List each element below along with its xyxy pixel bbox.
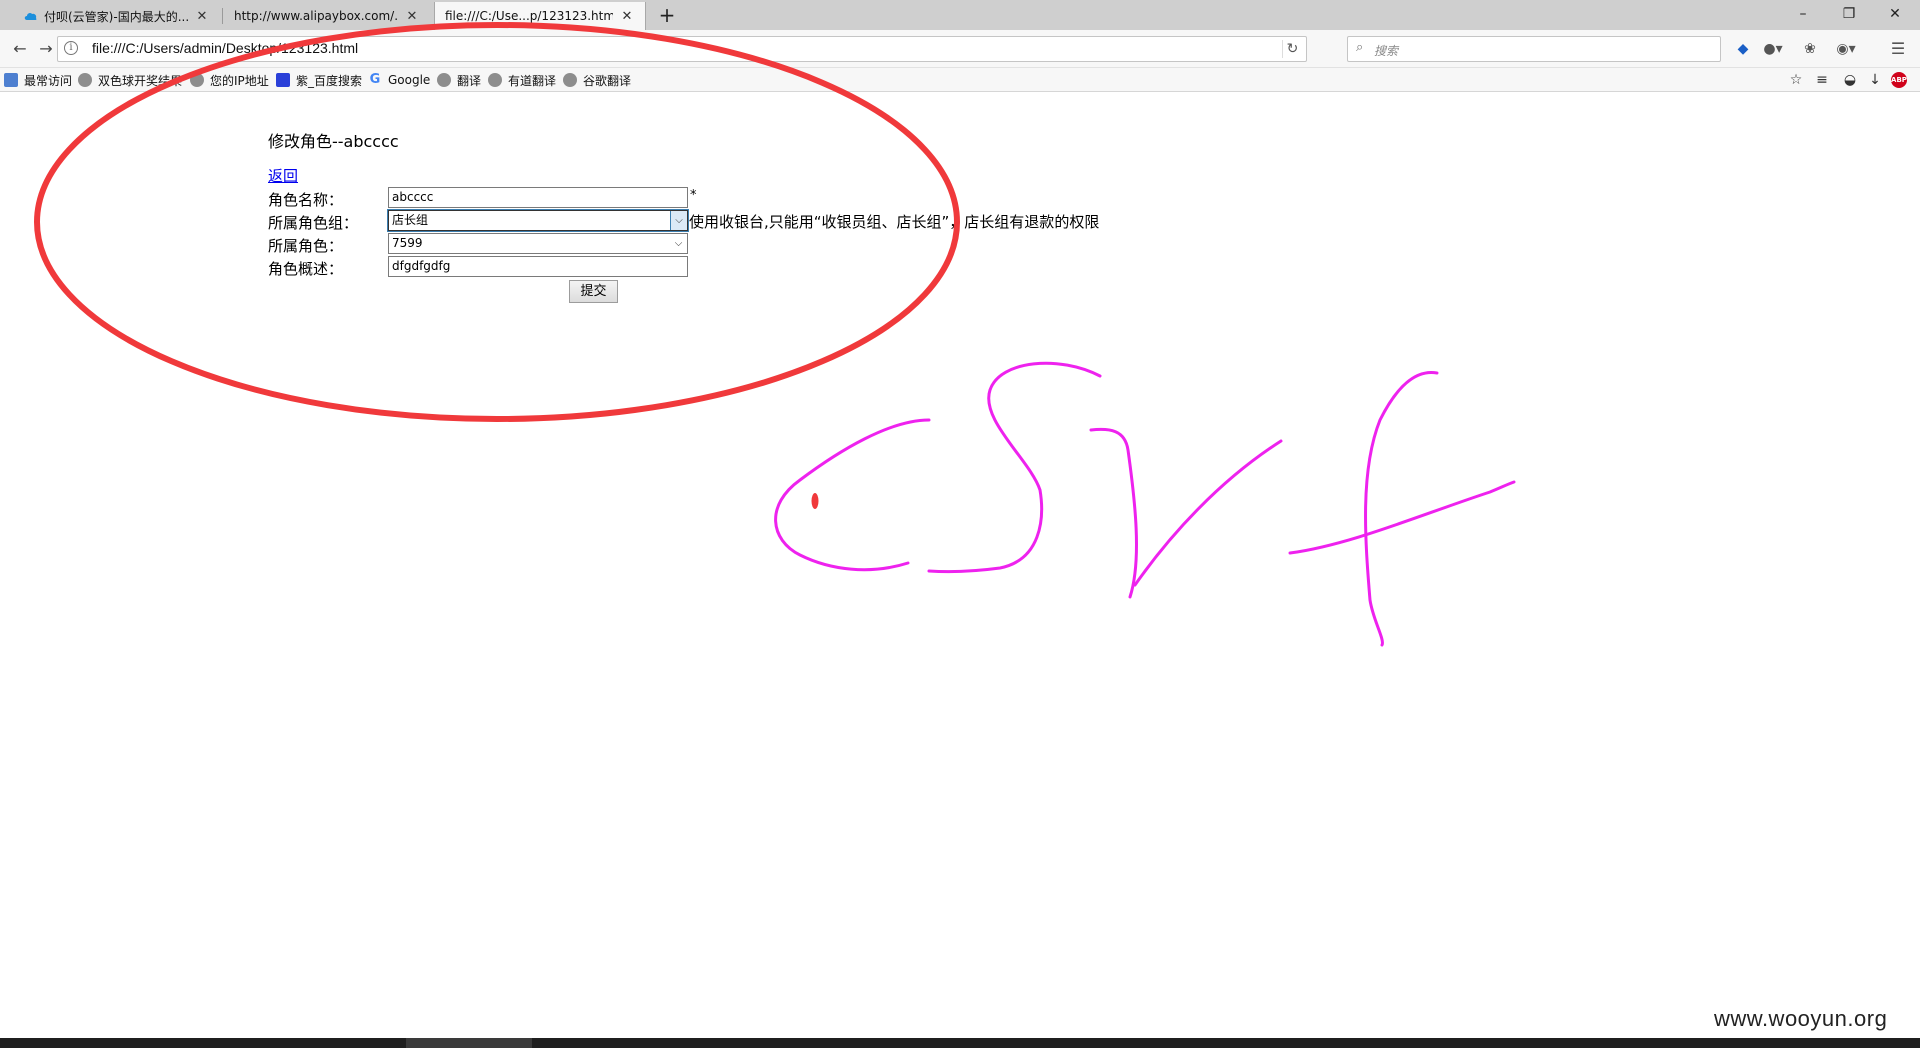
tab-strip: 付呗(云管家)-国内最大的... ✕ http://www.alipaybox.… — [0, 0, 1920, 30]
role-desc-input[interactable]: dfgdfgdfg — [388, 256, 688, 277]
role-desc-label: 角色概述： — [268, 260, 344, 278]
bookmark-folder-icon — [4, 73, 18, 87]
info-icon[interactable]: i — [64, 41, 78, 55]
url-text[interactable]: file:///C:/Users/admin/Desktop/123123.ht… — [92, 40, 358, 56]
reader-list-icon[interactable]: ≡ — [1813, 71, 1831, 89]
back-arrow-icon[interactable]: ← — [8, 39, 32, 59]
parent-role-select[interactable]: 7599 ⌵ — [388, 233, 688, 254]
baidu-icon — [276, 73, 290, 87]
role-group-label: 所属角色组： — [268, 214, 359, 232]
tab-fubei[interactable]: 付呗(云管家)-国内最大的... ✕ — [14, 2, 220, 30]
bookmarks-toolbar: 最常访问 双色球开奖结果 您的IP地址 紫_百度搜索 G Google 翻译 有… — [0, 68, 1920, 92]
tab-title: file:///C:/Use...p/123123.html — [445, 9, 613, 23]
globe-icon — [190, 73, 204, 87]
bookmark-item[interactable]: G Google — [368, 71, 431, 89]
download-icon[interactable]: ↓ — [1866, 71, 1884, 89]
back-link[interactable]: 返回 — [268, 165, 298, 186]
parent-role-label: 所属角色： — [268, 237, 344, 255]
required-mark: * — [690, 188, 697, 203]
role-group-hint: 使用收银台,只能用“收银员组、店长组”，店长组有退款的权限 — [689, 213, 1100, 231]
tab-separator — [222, 8, 223, 24]
forward-arrow-icon[interactable]: → — [34, 39, 58, 59]
tab-title: http://www.alipaybox.com/... — [234, 9, 398, 23]
user-menu-icon[interactable]: ◉▾ — [1836, 39, 1856, 59]
bookmark-label: 双色球开奖结果 — [98, 73, 183, 88]
page-title: 修改角色--abcccc — [268, 132, 399, 151]
cloud-icon — [24, 12, 37, 20]
bookmark-label: 有道翻译 — [508, 73, 557, 88]
bookmark-item[interactable]: 您的IP地址 — [190, 71, 269, 89]
watermark: www.wooyun.org — [1714, 1006, 1888, 1031]
window-close-icon[interactable]: ✕ — [1872, 0, 1918, 30]
globe-menu-icon[interactable]: ●▾ — [1763, 39, 1783, 59]
bookmark-label: 最常访问 — [24, 73, 73, 88]
bookmark-item[interactable]: 双色球开奖结果 — [78, 71, 182, 89]
search-placeholder: 搜索 — [1374, 44, 1399, 58]
tab-local-file[interactable]: file:///C:/Use...p/123123.html ✕ — [434, 2, 646, 30]
submit-button[interactable]: 提交 — [569, 280, 618, 303]
globe-icon — [437, 73, 451, 87]
restore-icon[interactable]: ❐ — [1826, 0, 1872, 30]
bookmark-item[interactable]: 有道翻译 — [488, 71, 556, 89]
google-icon: G — [369, 72, 381, 87]
extension-icon[interactable]: ◆ — [1733, 39, 1753, 59]
bookmark-label: 谷歌翻译 — [583, 73, 632, 88]
adblock-plus-icon[interactable]: ABP — [1891, 72, 1907, 88]
parent-role-selected: 7599 — [392, 236, 423, 250]
globe-icon — [488, 73, 502, 87]
close-icon[interactable]: ✕ — [404, 9, 420, 24]
mask-icon[interactable]: ◒ — [1841, 71, 1859, 89]
tab-title: 付呗(云管家)-国内最大的... — [44, 9, 188, 24]
taskbar-item[interactable] — [406, 1038, 532, 1048]
role-group-selected: 店长组 — [392, 213, 429, 227]
star-icon[interactable]: ☆ — [1787, 71, 1805, 89]
chevron-down-icon[interactable]: ⌵ — [670, 234, 687, 253]
page-content: 修改角色--abcccc 返回 角色名称： abcccc * 所属角色组： 店长… — [0, 93, 1920, 1038]
navigation-toolbar: ← → i file:///C:/Users/admin/Desktop/123… — [0, 30, 1920, 68]
close-icon[interactable]: ✕ — [619, 9, 635, 24]
bookmark-item[interactable]: 翻译 — [437, 71, 481, 89]
search-bar[interactable]: ⌕ 搜索 — [1347, 36, 1721, 62]
bookmark-label: 紫_百度搜索 — [296, 73, 363, 88]
globe-icon — [563, 73, 577, 87]
reload-icon[interactable]: ↻ — [1282, 40, 1300, 58]
bookmark-label: 翻译 — [457, 73, 482, 88]
windows-taskbar — [0, 1038, 1920, 1048]
globe-icon — [78, 73, 92, 87]
role-name-label: 角色名称： — [268, 191, 344, 209]
url-bar[interactable]: i file:///C:/Users/admin/Desktop/123123.… — [57, 36, 1307, 62]
bookmark-label: Google — [388, 73, 431, 87]
bookmark-item[interactable]: 最常访问 — [4, 71, 72, 89]
role-group-select[interactable]: 店长组 ⌵ — [387, 209, 689, 232]
tab-alipaybox[interactable]: http://www.alipaybox.com/... ✕ — [224, 2, 430, 30]
new-tab-button[interactable]: + — [655, 3, 679, 27]
chevron-down-icon[interactable]: ⌵ — [670, 211, 687, 230]
search-icon: ⌕ — [1356, 40, 1364, 55]
hamburger-menu-icon[interactable]: ☰ — [1888, 39, 1908, 59]
minimize-icon[interactable]: – — [1780, 0, 1826, 30]
palette-icon[interactable]: ❀ — [1800, 39, 1820, 59]
bookmark-item[interactable]: 谷歌翻译 — [563, 71, 631, 89]
bookmark-label: 您的IP地址 — [210, 73, 269, 88]
role-name-input[interactable]: abcccc — [388, 187, 688, 208]
bookmark-item[interactable]: 紫_百度搜索 — [276, 71, 362, 89]
close-icon[interactable]: ✕ — [194, 9, 210, 24]
